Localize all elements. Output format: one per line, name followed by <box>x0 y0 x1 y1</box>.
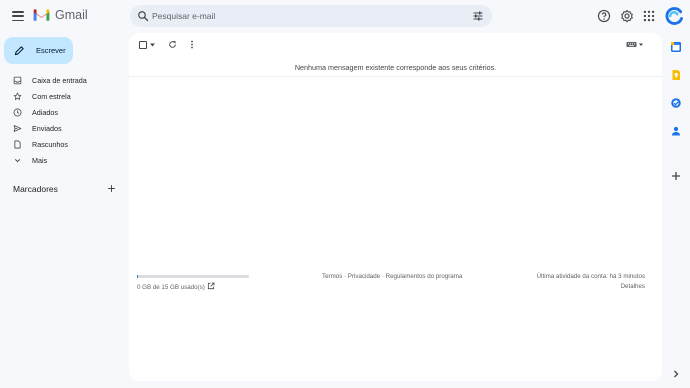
apps-grid-icon[interactable] <box>642 9 656 23</box>
search-options-icon[interactable] <box>472 10 484 22</box>
toolbar-divider <box>129 76 662 77</box>
message-list-panel: Nenhuma mensagem existente corresponde a… <box>129 33 662 381</box>
input-tools-keyboard-icon[interactable] <box>626 41 644 48</box>
draft-icon <box>14 140 21 149</box>
add-label-icon[interactable] <box>107 184 116 193</box>
storage-usage-fill <box>137 275 139 278</box>
settings-gear-icon[interactable] <box>620 9 634 23</box>
empty-results-message: Nenhuma mensagem existente corresponde a… <box>294 63 497 72</box>
open-external-icon[interactable] <box>207 282 215 290</box>
nav-item-more[interactable]: Mais <box>0 153 128 168</box>
nav-item-starred[interactable]: Com estrela <box>0 89 128 104</box>
compose-button[interactable]: Escrever <box>4 37 73 64</box>
star-icon <box>13 92 22 100</box>
contacts-icon[interactable] <box>670 125 682 137</box>
nav-label: Enviados <box>32 124 62 133</box>
pencil-icon <box>14 46 24 56</box>
storage-usage-bar <box>137 275 249 278</box>
search-input[interactable] <box>152 8 452 24</box>
tasks-icon[interactable] <box>670 97 682 109</box>
add-apps-plus-icon[interactable] <box>670 170 682 182</box>
nav-label: Adiados <box>32 108 58 117</box>
select-all-checkbox[interactable] <box>139 41 147 49</box>
search-bar[interactable] <box>130 5 492 27</box>
footer-links[interactable]: Termos · Privacidade · Regulamentos do p… <box>322 273 462 280</box>
last-activity-text: Última atividade da conta: há 3 minutos <box>536 273 645 280</box>
search-icon[interactable] <box>137 10 149 22</box>
nav-label: Mais <box>32 156 48 165</box>
more-options-icon[interactable] <box>190 40 194 49</box>
nav-label: Com estrela <box>32 92 71 101</box>
nav-item-inbox[interactable]: Caixa de entrada <box>0 73 128 88</box>
refresh-icon[interactable] <box>168 40 177 49</box>
help-icon[interactable] <box>597 9 611 23</box>
select-menu-caret-icon[interactable] <box>150 43 155 47</box>
nav-label: Caixa de entrada <box>32 76 87 85</box>
main-menu-button[interactable] <box>11 9 25 23</box>
app-name: Gmail <box>55 8 88 22</box>
account-avatar-icon[interactable] <box>664 6 684 26</box>
nav-label: Rascunhos <box>32 140 68 149</box>
storage-usage-text: 0 GB de 15 GB usado(s) <box>137 284 205 291</box>
inbox-icon <box>13 76 22 85</box>
send-icon <box>13 125 22 132</box>
chevron-down-icon <box>14 159 21 163</box>
compose-label: Escrever <box>36 46 66 55</box>
gmail-logo[interactable]: Gmail <box>33 8 88 22</box>
chevron-right-icon[interactable] <box>670 368 682 380</box>
nav-item-drafts[interactable]: Rascunhos <box>0 137 128 152</box>
keep-icon[interactable] <box>670 69 682 81</box>
nav-item-snoozed[interactable]: Adiados <box>0 105 128 120</box>
clock-icon <box>13 108 22 117</box>
details-link[interactable]: Detalhes <box>621 283 645 290</box>
labels-heading: Marcadores <box>13 184 58 194</box>
top-bar: Gmail <box>0 0 690 33</box>
gmail-m-icon <box>33 9 50 21</box>
nav-item-sent[interactable]: Enviados <box>0 121 128 136</box>
calendar-icon[interactable] <box>670 41 682 53</box>
